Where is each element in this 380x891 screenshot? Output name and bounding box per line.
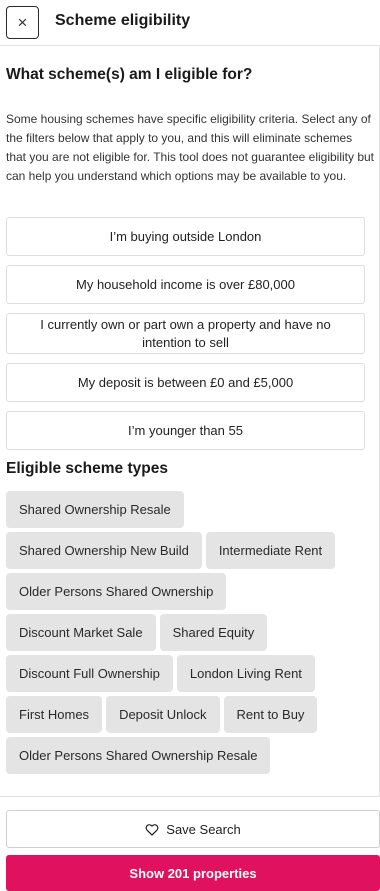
show-properties-label: Show 201 properties (129, 865, 257, 881)
scheme-chip[interactable]: London Living Rent (176, 655, 315, 692)
scheme-chip-list: Shared Ownership Resale Shared Ownership… (6, 491, 374, 774)
scheme-chip[interactable]: Older Persons Shared Ownership Resale (6, 737, 271, 774)
save-search-label: Save Search (166, 821, 241, 837)
scheme-chip[interactable]: Shared Equity (159, 614, 268, 651)
save-search-button[interactable]: Save Search (6, 810, 380, 848)
filter-deposit-range[interactable]: My deposit is between £0 and £5,000 (6, 363, 365, 402)
scheme-chip[interactable]: Older Persons Shared Ownership (6, 573, 227, 610)
footer-divider (0, 796, 380, 797)
modal-header: × Scheme eligibility (0, 0, 380, 46)
filter-income-over-80k[interactable]: My household income is over £80,000 (6, 265, 365, 304)
eligibility-intro: Some housing schemes have specific eligi… (6, 112, 375, 183)
filter-own-property[interactable]: I currently own or part own a property a… (6, 313, 365, 354)
scheme-chip[interactable]: Intermediate Rent (205, 532, 336, 569)
scheme-chip[interactable]: Rent to Buy (223, 696, 318, 733)
close-icon: × (17, 13, 28, 32)
modal-title: Scheme eligibility (55, 12, 191, 29)
scheme-chip[interactable]: Discount Market Sale (6, 614, 156, 651)
scheme-chip[interactable]: Shared Ownership New Build (6, 532, 202, 569)
scheme-chip[interactable]: Discount Full Ownership (6, 655, 173, 692)
scheme-chip[interactable]: First Homes (6, 696, 103, 733)
eligible-schemes-title: Eligible scheme types (6, 460, 168, 477)
scheme-chip[interactable]: Deposit Unlock (106, 696, 220, 733)
close-button[interactable]: × (6, 6, 39, 39)
filter-outside-london[interactable]: I’m buying outside London (6, 217, 365, 256)
show-properties-button[interactable]: Show 201 properties (6, 855, 380, 891)
scheme-chip[interactable]: Shared Ownership Resale (6, 491, 184, 528)
filter-younger-than-55[interactable]: I’m younger than 55 (6, 411, 365, 450)
heart-icon (145, 823, 159, 836)
eligibility-question: What scheme(s) am I eligible for? (6, 66, 253, 83)
